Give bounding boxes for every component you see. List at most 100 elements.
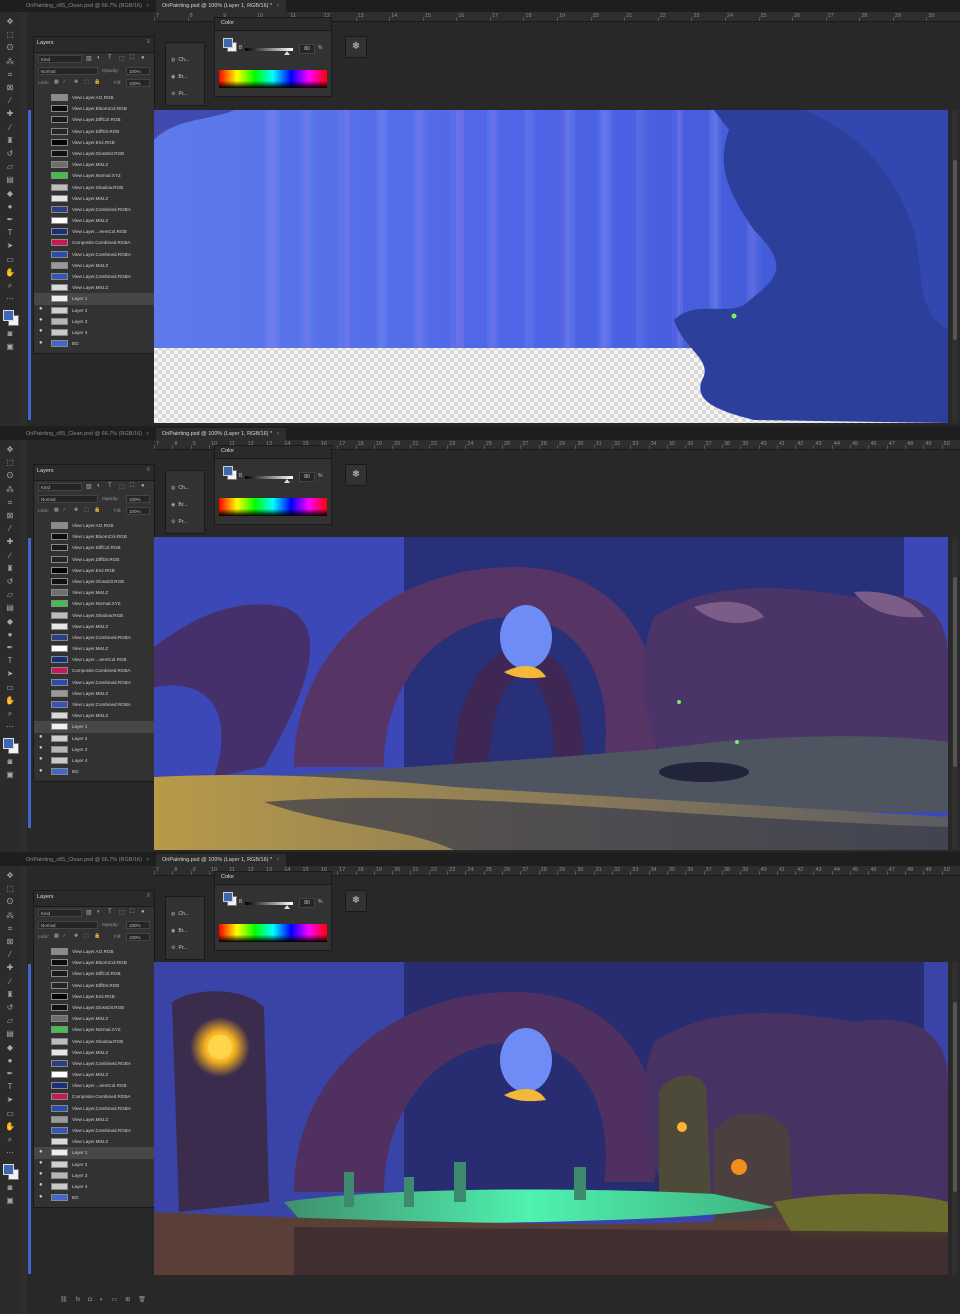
visibility-eye-icon[interactable]: ● <box>39 1160 43 1166</box>
brightness-input[interactable]: 80 <box>299 898 315 908</box>
layer-row[interactable]: . View Layer.Combined.RGBA <box>34 204 154 215</box>
lock-all-icon[interactable]: 🔒 <box>94 79 100 85</box>
layer-row[interactable]: . Layer 1 <box>34 721 154 733</box>
filter-kind-select[interactable]: Kind <box>38 483 82 491</box>
visibility-toggle[interactable]: . <box>39 701 41 707</box>
color-tab[interactable]: Color <box>221 448 234 454</box>
visibility-toggle[interactable]: . <box>39 194 41 200</box>
screen-mode-icon[interactable]: ▣ <box>4 341 16 352</box>
visibility-toggle[interactable]: . <box>39 1104 41 1110</box>
adjust-filter-icon[interactable]: ◐ <box>97 55 101 61</box>
opacity-input[interactable]: 100% <box>126 67 150 75</box>
frame-tool-icon[interactable]: ⊠ <box>4 82 16 93</box>
lock-image-icon[interactable]: ∕ <box>64 79 65 85</box>
stamp-tool-icon[interactable]: ♜ <box>4 989 16 1000</box>
visibility-toggle[interactable]: . <box>39 622 41 628</box>
type-filter-icon[interactable]: T <box>108 55 112 61</box>
tab-close-icon[interactable]: × <box>146 3 149 9</box>
zoom-tool-icon[interactable]: ⌕ <box>4 280 16 291</box>
lasso-tool-icon[interactable]: ʘ <box>4 896 16 907</box>
layer-row[interactable]: . View Layer.Mist.Z <box>34 159 154 170</box>
fill-input[interactable]: 100% <box>126 79 150 87</box>
foreground-color-swatch[interactable] <box>3 310 14 322</box>
visibility-toggle[interactable]: . <box>39 183 41 189</box>
layer-row[interactable]: ● Layer 3 <box>34 744 154 755</box>
layer-row[interactable]: . View Layer....eemCol.RGB <box>34 226 154 237</box>
adjustment-layer-icon[interactable]: ◐ <box>100 1297 104 1303</box>
visibility-toggle[interactable]: . <box>39 948 41 954</box>
properties-icon[interactable]: ⚙ Pr... <box>171 519 187 525</box>
visibility-toggle[interactable]: . <box>39 723 41 729</box>
document-tab[interactable]: OriPainting.psd @ 100% (Layer 1, RGB/16)… <box>156 428 286 440</box>
lock-position-icon[interactable]: ✥ <box>74 507 78 513</box>
marquee-tool-icon[interactable]: ⬚ <box>4 883 16 894</box>
panel-menu-icon[interactable]: ≡ <box>146 39 150 45</box>
visibility-eye-icon[interactable]: ● <box>39 1194 43 1200</box>
document-tab[interactable]: OriPainting_v85_Clean.psd @ 66.7% (RGB/1… <box>20 854 149 866</box>
hand-tool-icon[interactable]: ✋ <box>4 695 16 706</box>
scrollbar-thumb[interactable] <box>953 577 957 767</box>
visibility-eye-icon[interactable]: ● <box>39 745 43 751</box>
visibility-toggle[interactable]: . <box>39 161 41 167</box>
visibility-toggle[interactable]: . <box>39 667 41 673</box>
layer-row[interactable]: . View Layer.Mist.Z <box>34 587 154 598</box>
visibility-toggle[interactable]: . <box>39 217 41 223</box>
move-tool-icon[interactable]: ✥ <box>4 870 16 881</box>
gradient-tool-icon[interactable]: ▤ <box>4 602 16 613</box>
type-filter-icon[interactable]: T <box>108 909 112 915</box>
document-canvas[interactable] <box>154 537 948 850</box>
more-tools-icon[interactable]: ⋯ <box>4 721 16 732</box>
new-group-icon[interactable]: ▭ <box>112 1297 118 1303</box>
channels-icon[interactable]: ◍ Ch... <box>171 911 189 917</box>
lock-artboard-icon[interactable]: ⬚ <box>84 507 89 513</box>
layer-row[interactable]: . Composite.Combined.RGBA <box>34 1091 154 1102</box>
visibility-toggle[interactable]: . <box>39 116 41 122</box>
layer-row[interactable]: . View Layer.DiffDir.RGB <box>34 126 154 137</box>
visibility-toggle[interactable]: . <box>39 1015 41 1021</box>
layer-row[interactable]: . Layer 1 <box>34 293 154 305</box>
visibility-eye-icon[interactable]: ● <box>39 1182 43 1188</box>
type-tool-icon[interactable]: T <box>4 1081 16 1092</box>
visibility-toggle[interactable]: . <box>39 555 41 561</box>
eraser-icon[interactable]: ▱ <box>4 1015 16 1026</box>
healing-brush-icon[interactable]: ✚ <box>4 962 16 973</box>
layer-row[interactable]: . View Layer.Mist.Z <box>34 1047 154 1058</box>
history-brush-icon[interactable]: ↺ <box>4 576 16 587</box>
brightness-input[interactable]: 80 <box>299 472 315 482</box>
path-select-icon[interactable]: ➤ <box>4 240 16 251</box>
magic-wand-icon[interactable]: ⁂ <box>4 56 16 67</box>
layer-row[interactable]: ● BG <box>34 1192 154 1203</box>
smart-filter-icon[interactable]: ⛶ <box>130 483 134 490</box>
snowflake-icon[interactable]: ❄ <box>345 890 367 912</box>
quick-mask-icon[interactable]: ◙ <box>4 328 16 339</box>
type-tool-icon[interactable]: T <box>4 227 16 238</box>
layer-row[interactable]: . View Layer.Shadow.RGB <box>34 182 154 193</box>
visibility-toggle[interactable]: . <box>39 1059 41 1065</box>
visibility-toggle[interactable]: . <box>39 992 41 998</box>
visibility-toggle[interactable]: . <box>39 959 41 965</box>
visibility-toggle[interactable]: . <box>39 127 41 133</box>
layer-row[interactable]: . View Layer.Emi.RGB <box>34 137 154 148</box>
visibility-toggle[interactable]: . <box>39 1082 41 1088</box>
shape-tool-icon[interactable]: ▭ <box>4 1108 16 1119</box>
eraser-icon[interactable]: ▱ <box>4 589 16 600</box>
brush-tool-icon[interactable]: ∕ <box>4 976 16 987</box>
visibility-toggle[interactable]: . <box>39 138 41 144</box>
filter-kind-select[interactable]: Kind <box>38 909 82 917</box>
brushes-icon[interactable]: ◉ Br... <box>171 502 187 508</box>
layer-row[interactable]: . View Layer.Shadow.RGB <box>34 1036 154 1047</box>
document-tab[interactable]: OriPainting.psd @ 100% (Layer 1, RGB/16)… <box>156 0 286 12</box>
fill-input[interactable]: 100% <box>126 933 150 941</box>
visibility-eye-icon[interactable]: ● <box>39 317 43 323</box>
layer-row[interactable]: . View Layer.DiffCol.RGB <box>34 114 154 125</box>
fx-icon[interactable]: fx <box>76 1297 81 1303</box>
delete-layer-icon[interactable]: 🗑 <box>138 1297 146 1303</box>
shape-tool-icon[interactable]: ▭ <box>4 682 16 693</box>
document-canvas[interactable] <box>154 110 948 423</box>
layer-row[interactable]: . View Layer.GlossDir.RGB <box>34 148 154 159</box>
zoom-tool-icon[interactable]: ⌕ <box>4 1134 16 1145</box>
layer-row[interactable]: ● Layer 3 <box>34 316 154 327</box>
lock-transparent-icon[interactable]: ▦ <box>54 933 59 939</box>
slider-thumb[interactable] <box>284 51 290 55</box>
lock-all-icon[interactable]: 🔒 <box>94 933 100 939</box>
